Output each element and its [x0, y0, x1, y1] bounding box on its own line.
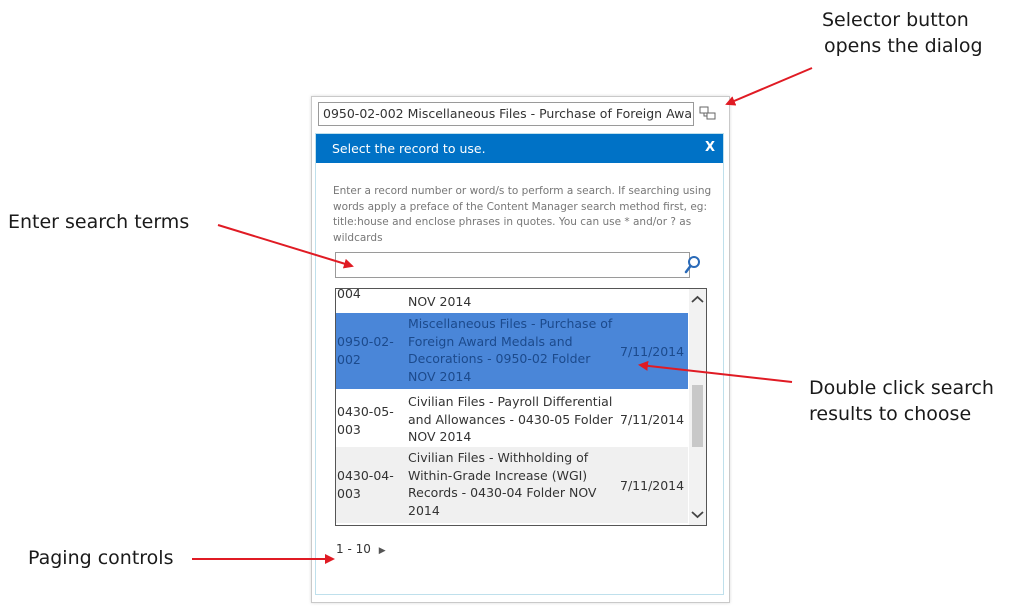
search-icon	[684, 256, 700, 274]
result-number: 004	[337, 288, 361, 301]
search-instructions: Enter a record number or word/s to perfo…	[333, 185, 712, 244]
select-record-dialog: Select the record to use. X Enter a reco…	[315, 133, 724, 595]
result-row[interactable]: 004 NOV 2014	[336, 288, 688, 311]
result-date: 7/11/2014	[620, 344, 685, 359]
callout-paging-controls: Paging controls	[28, 547, 174, 569]
callout-double-line1: Double click search	[809, 377, 994, 399]
scroll-down-button[interactable]	[689, 503, 706, 525]
result-date: 7/11/2014	[620, 478, 685, 493]
selector-icon	[699, 106, 716, 120]
result-title: Civilian Files - Withholding of Within-G…	[408, 450, 597, 518]
dialog-close-button[interactable]: X	[705, 140, 715, 155]
callout-double-click: Double click search results to choose	[809, 375, 1014, 427]
result-title: Civilian Files - Payroll Differential an…	[408, 394, 613, 444]
result-date: 7/11/2014	[620, 412, 685, 427]
callout-search-terms: Enter search terms	[8, 211, 190, 233]
record-field[interactable]: 0950-02-002 Miscellaneous Files - Purcha…	[318, 102, 694, 126]
search-input[interactable]	[335, 252, 690, 278]
result-number: 0430-05- 003	[337, 404, 394, 437]
callout-selector-line1: Selector button	[822, 9, 969, 31]
callout-double-line2: results to choose	[809, 403, 972, 425]
result-title: NOV 2014	[408, 294, 472, 309]
next-page-icon[interactable]: ▶	[379, 546, 386, 556]
arrow-to-selector	[725, 67, 813, 106]
search-results-list[interactable]: 004 NOV 2014 0950-02- 002 Miscellaneous …	[335, 288, 707, 526]
callout-selector-line2: opens the dialog	[824, 35, 983, 57]
scroll-up-button[interactable]	[689, 289, 706, 311]
result-number: 0430-04- 003	[337, 468, 394, 501]
result-row[interactable]: 0430-04- 003 Civilian Files - Withholdin…	[336, 447, 688, 523]
search-button[interactable]	[683, 254, 703, 276]
dialog-header: Select the record to use. X	[316, 134, 723, 163]
chevron-down-icon	[691, 511, 704, 519]
result-row[interactable]: 0430-05- 003 Civilian Files - Payroll Di…	[336, 391, 688, 445]
results-scrollbar[interactable]	[689, 289, 706, 525]
paging-range: 1 - 10	[336, 542, 371, 556]
dialog-title: Select the record to use.	[332, 141, 486, 156]
chevron-up-icon	[691, 295, 704, 303]
selector-button[interactable]	[698, 104, 718, 124]
result-number: 0950-02- 002	[337, 334, 394, 367]
result-title: Miscellaneous Files - Purchase of Foreig…	[408, 316, 613, 384]
scroll-thumb[interactable]	[692, 385, 703, 447]
callout-selector-button: Selector button opens the dialog	[822, 7, 1012, 59]
paging-controls: 1 - 10 ▶	[336, 542, 386, 556]
record-field-value: 0950-02-002 Miscellaneous Files - Purcha…	[323, 106, 694, 121]
result-row-selected[interactable]: 0950-02- 002 Miscellaneous Files - Purch…	[336, 313, 688, 389]
